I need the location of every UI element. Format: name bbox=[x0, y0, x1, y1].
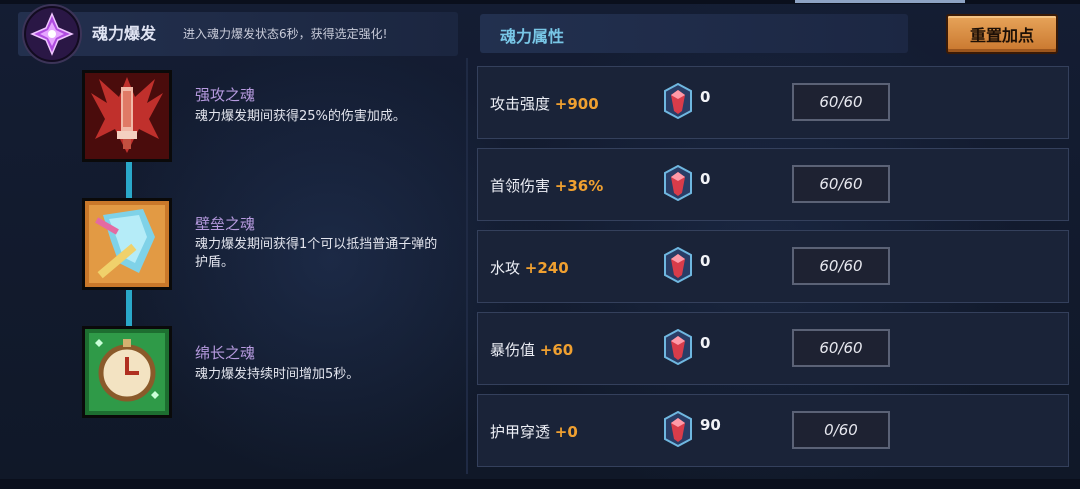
soul-connector bbox=[126, 290, 132, 328]
attribute-bonus: +0 bbox=[554, 423, 578, 441]
panel-divider bbox=[466, 58, 468, 474]
attribute-label: 首领伤害 +36% bbox=[490, 177, 604, 195]
attribute-progress[interactable]: 60/60 bbox=[792, 165, 890, 203]
gem-count: 0 bbox=[700, 88, 711, 106]
attribute-row-crit-damage: 暴伤值 +60 0 60/60 bbox=[477, 312, 1069, 385]
soul-gem-icon bbox=[664, 165, 692, 201]
soul-attributes-title: 魂力属性 bbox=[500, 27, 565, 46]
attribute-row-water-attack: 水攻 +240 0 60/60 bbox=[477, 230, 1069, 303]
attribute-label: 水攻 +240 bbox=[490, 259, 569, 277]
gem-count: 0 bbox=[700, 334, 711, 352]
attribute-progress[interactable]: 60/60 bbox=[792, 83, 890, 121]
attribute-label: 暴伤值 +60 bbox=[490, 341, 574, 359]
top-strip bbox=[0, 0, 1080, 4]
soul-burst-description: 进入魂力爆发状态6秒，获得选定强化! bbox=[183, 27, 388, 41]
soul-gem-icon bbox=[664, 329, 692, 365]
attribute-label: 护甲穿透 +0 bbox=[490, 423, 578, 441]
shield-soul-icon[interactable] bbox=[82, 198, 172, 290]
attribute-progress[interactable]: 60/60 bbox=[792, 329, 890, 367]
soul-description: 魂力爆发持续时间增加5秒。 bbox=[195, 367, 360, 382]
attribute-row-armor-penetration: 护甲穿透 +0 90 0/60 bbox=[477, 394, 1069, 467]
soul-burst-title: 魂力爆发 bbox=[92, 24, 157, 43]
soul-name: 壁垒之魂 bbox=[195, 215, 256, 233]
soul-connector bbox=[126, 160, 132, 200]
clock-soul-icon[interactable] bbox=[82, 326, 172, 418]
attribute-bonus: +60 bbox=[539, 341, 574, 359]
soul-name: 绵长之魂 bbox=[195, 344, 256, 362]
soul-name: 强攻之魂 bbox=[195, 86, 256, 104]
soul-gem-icon bbox=[664, 247, 692, 283]
attribute-label: 攻击强度 +900 bbox=[490, 95, 599, 113]
soul-description: 魂力爆发期间获得1个可以抵挡普通子弹的护盾。 bbox=[195, 237, 438, 270]
attack-soul-icon[interactable] bbox=[82, 70, 172, 162]
soul-description: 魂力爆发期间获得25%的伤害加成。 bbox=[195, 109, 406, 124]
attribute-bonus: +900 bbox=[554, 95, 599, 113]
bottom-strip bbox=[0, 479, 1080, 489]
gem-count: 0 bbox=[700, 170, 711, 188]
gem-count: 90 bbox=[700, 416, 721, 434]
soul-gem-icon bbox=[664, 411, 692, 447]
reset-points-button[interactable]: 重置加点 bbox=[946, 14, 1058, 54]
gem-count: 0 bbox=[700, 252, 711, 270]
attribute-row-boss-damage: 首领伤害 +36% 0 60/60 bbox=[477, 148, 1069, 221]
attribute-progress[interactable]: 60/60 bbox=[792, 247, 890, 285]
soul-burst-icon bbox=[24, 6, 80, 62]
attribute-bonus: +240 bbox=[524, 259, 569, 277]
soul-gem-icon bbox=[664, 83, 692, 119]
attribute-bonus: +36% bbox=[554, 177, 604, 195]
attribute-row-attack-power: 攻击强度 +900 0 60/60 bbox=[477, 66, 1069, 139]
attribute-progress[interactable]: 0/60 bbox=[792, 411, 890, 449]
